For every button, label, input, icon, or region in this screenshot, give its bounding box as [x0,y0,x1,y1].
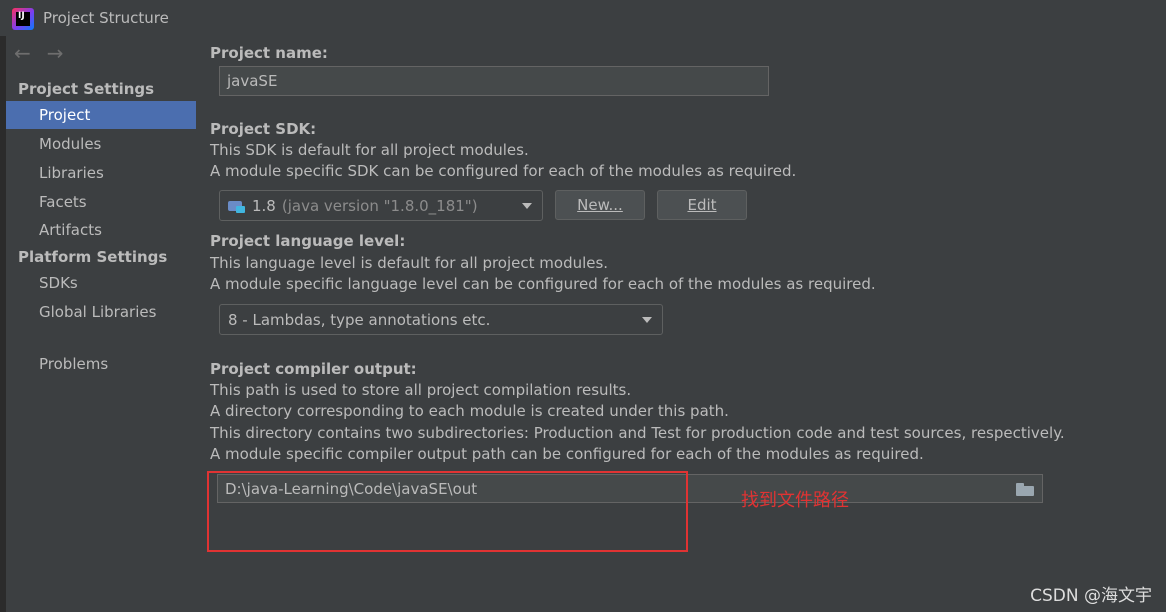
sidebar-item-sdks[interactable]: SDKs [6,269,196,297]
title-bar: IJ Project Structure [0,0,1166,36]
project-sdk-desc-2: A module specific SDK can be configured … [210,162,797,180]
platform-settings-header: Platform Settings [18,248,168,266]
browse-folder-icon[interactable] [1016,483,1034,496]
project-name-input[interactable]: javaSE [219,66,769,96]
sdk-version: 1.8 [252,196,276,215]
sidebar-item-global-libraries[interactable]: Global Libraries [6,298,196,326]
window-title: Project Structure [43,9,169,27]
chevron-down-icon [642,317,652,323]
compiler-output-desc-1: This path is used to store all project c… [210,381,632,399]
watermark: CSDN @海文宇 [1030,586,1152,606]
language-level-desc-2: A module specific language level can be … [210,275,876,293]
compiler-output-label: Project compiler output: [210,360,417,378]
compiler-output-desc-3: This directory contains two subdirectori… [210,424,1065,442]
back-arrow-icon[interactable]: ← [14,42,31,64]
jdk-folder-icon [228,199,246,213]
project-name-value: javaSE [227,72,278,90]
sidebar-item-modules[interactable]: Modules [6,130,196,158]
language-level-dropdown[interactable]: 8 - Lambdas, type annotations etc. [219,304,663,335]
project-settings-header: Project Settings [18,80,155,98]
edit-sdk-button-label: Edit [687,196,717,214]
intellij-app-icon: IJ [12,8,34,30]
compiler-output-desc-4: A module specific compiler output path c… [210,445,924,463]
project-sdk-dropdown[interactable]: 1.8 (java version "1.8.0_181") [219,190,543,221]
new-sdk-button-label: New... [577,196,623,214]
sidebar-item-project[interactable]: Project [6,101,196,129]
sidebar: ← → Project Settings Project Modules Lib… [6,36,196,612]
forward-arrow-icon[interactable]: → [47,42,64,64]
project-name-label: Project name: [210,44,328,62]
edit-sdk-button[interactable]: Edit [657,190,747,220]
sidebar-item-libraries[interactable]: Libraries [6,159,196,187]
annotation-highlight-box [207,471,688,552]
new-sdk-button[interactable]: New... [555,190,645,220]
nav-arrows: ← → [14,42,64,64]
language-level-desc-1: This language level is default for all p… [210,254,609,272]
project-sdk-label: Project SDK: [210,120,317,138]
sdk-version-detail: (java version "1.8.0_181") [281,196,478,215]
sidebar-item-problems[interactable]: Problems [6,350,196,378]
project-sdk-desc-1: This SDK is default for all project modu… [210,141,529,159]
sidebar-item-facets[interactable]: Facets [6,188,196,216]
annotation-text: 找到文件路径 [741,490,849,511]
language-level-label: Project language level: [210,232,406,250]
language-level-value: 8 - Lambdas, type annotations etc. [228,310,491,329]
compiler-output-desc-2: A directory corresponding to each module… [210,402,729,420]
chevron-down-icon [522,203,532,209]
sidebar-item-artifacts[interactable]: Artifacts [6,216,196,244]
